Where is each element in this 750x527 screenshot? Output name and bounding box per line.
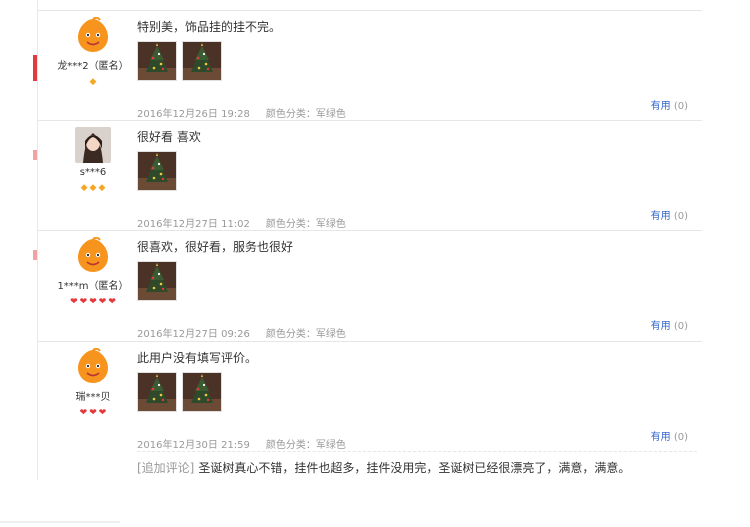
useful-button[interactable]: 有用 (0) — [651, 317, 688, 332]
useful-count: (0) — [673, 101, 688, 112]
heart-badge-icon: ❤ — [79, 297, 88, 307]
reviewer-level-badges: ❤ ❤ ❤ — [38, 405, 148, 418]
reviewer-info: 龙***2（匿名） ◆ — [38, 17, 148, 87]
user-avatar — [75, 237, 111, 273]
reviewer-level-badges: ❤ ❤ ❤ ❤ ❤ — [38, 294, 148, 307]
review-content: 特别美，饰品挂的挂不完。 2016年12月26日 19:28 颜色分类：军绿色 — [137, 19, 697, 120]
useful-label[interactable]: 有用 — [651, 432, 671, 443]
user-avatar — [75, 127, 111, 163]
useful-label[interactable]: 有用 — [651, 101, 671, 112]
reviewer-name: 瑞***贝 — [75, 392, 111, 403]
review-date: 2016年12月27日 11:02 — [137, 219, 250, 230]
reviewer-info: 瑞***贝 ❤ ❤ ❤ — [38, 348, 148, 418]
review-photo-thumbnail[interactable] — [137, 261, 177, 301]
left-accent-bar — [33, 55, 37, 81]
useful-button[interactable]: 有用 (0) — [651, 428, 688, 443]
product-spec: 颜色分类：军绿色 — [265, 219, 346, 230]
reviewer-level-badges: ◆ — [38, 74, 148, 87]
review-meta: 2016年12月27日 11:02 颜色分类：军绿色 — [137, 215, 346, 230]
reviewer-info: 1***m（匿名） ❤ ❤ ❤ ❤ ❤ — [38, 237, 148, 307]
reviewer-name: s***6 — [79, 167, 107, 178]
useful-label[interactable]: 有用 — [651, 211, 671, 222]
useful-button[interactable]: 有用 (0) — [651, 97, 688, 112]
review-item: 瑞***贝 ❤ ❤ ❤ 此用户没有填写评价。 2016年12月30日 21:59 颜色分类：… — [38, 341, 702, 452]
useful-button[interactable]: 有用 (0) — [651, 207, 688, 222]
bottom-divider — [0, 521, 120, 523]
review-text: 特别美，饰品挂的挂不完。 — [137, 20, 282, 34]
followup-text: 圣诞树真心不错，挂件也超多，挂件没用完，圣诞树已经很漂亮了，满意，满意。 — [198, 461, 631, 475]
useful-count: (0) — [673, 432, 688, 443]
review-content: 很喜欢，很好看，服务也很好 2016年12月27日 09:26 颜色分类：军绿色 — [137, 239, 697, 340]
product-spec: 颜色分类：军绿色 — [265, 329, 346, 340]
diamond-badge-icon: ◆ — [89, 183, 97, 193]
review-photos — [137, 372, 697, 412]
review-item: 1***m（匿名） ❤ ❤ ❤ ❤ ❤ 很喜欢，很好看，服务也很好 2016年12月27日 0… — [38, 230, 702, 341]
user-avatar — [75, 17, 111, 53]
review-content: 很好看 喜欢 2016年12月27日 11:02 颜色分类：军绿色 — [137, 129, 697, 230]
diamond-badge-icon: ◆ — [80, 183, 88, 193]
review-photo-thumbnail[interactable] — [182, 41, 222, 81]
review-meta: 2016年12月27日 09:26 颜色分类：军绿色 — [137, 325, 346, 340]
useful-label[interactable]: 有用 — [651, 321, 671, 332]
review-date: 2016年12月27日 09:26 — [137, 329, 250, 340]
user-avatar — [75, 348, 111, 384]
review-photo-thumbnail[interactable] — [182, 372, 222, 412]
heart-badge-icon: ❤ — [89, 297, 97, 307]
heart-badge-icon: ❤ — [98, 297, 107, 307]
review-content: 此用户没有填写评价。 2016年12月30日 21:59 颜色分类：军绿色 — [137, 350, 697, 451]
review-meta: 2016年12月26日 19:28 颜色分类：军绿色 — [137, 105, 346, 120]
review-item: 龙***2（匿名） ◆ 特别美，饰品挂的挂不完。 2016年12月26日 19:28 颜… — [38, 10, 702, 121]
followup-tag: [追加评论] — [137, 461, 195, 475]
review-text: 此用户没有填写评价。 — [137, 351, 258, 365]
review-photo-thumbnail[interactable] — [137, 41, 177, 81]
review-item: s***6 ◆ ◆ ◆ 很好看 喜欢 2016年12月27日 11:02 颜色分类：军绿色有… — [38, 120, 702, 231]
followup-comment: [追加评论] 圣诞树真心不错，挂件也超多，挂件没用完，圣诞树已经很漂亮了，满意，满… — [137, 451, 697, 476]
heart-badge-icon: ❤ — [89, 408, 97, 418]
useful-count: (0) — [673, 321, 688, 332]
review-meta: 2016年12月30日 21:59 颜色分类：军绿色 — [137, 436, 346, 451]
review-photo-thumbnail[interactable] — [137, 151, 177, 191]
review-text: 很好看 喜欢 — [137, 130, 201, 144]
heart-badge-icon: ❤ — [79, 408, 88, 418]
useful-count: (0) — [673, 211, 688, 222]
heart-badge-icon: ❤ — [98, 408, 107, 418]
review-date: 2016年12月30日 21:59 — [137, 440, 250, 451]
review-date: 2016年12月26日 19:28 — [137, 109, 250, 120]
reviewer-name: 龙***2（匿名） — [57, 61, 129, 72]
reviewer-level-badges: ◆ ◆ ◆ — [38, 180, 148, 193]
review-text: 很喜欢，很好看，服务也很好 — [137, 240, 294, 254]
reviewer-name: 1***m（匿名） — [57, 281, 129, 292]
heart-badge-icon: ❤ — [108, 297, 116, 307]
diamond-badge-icon: ◆ — [98, 183, 106, 193]
left-accent-bar — [33, 250, 37, 260]
diamond-badge-icon: ◆ — [89, 77, 97, 87]
review-photo-thumbnail[interactable] — [137, 372, 177, 412]
product-spec: 颜色分类：军绿色 — [265, 109, 346, 120]
review-photos — [137, 41, 697, 81]
review-photos — [137, 151, 697, 191]
review-photos — [137, 261, 697, 301]
product-spec: 颜色分类：军绿色 — [265, 440, 346, 451]
reviewer-info: s***6 ◆ ◆ ◆ — [38, 127, 148, 193]
heart-badge-icon: ❤ — [70, 297, 78, 307]
left-accent-bar — [33, 150, 37, 160]
